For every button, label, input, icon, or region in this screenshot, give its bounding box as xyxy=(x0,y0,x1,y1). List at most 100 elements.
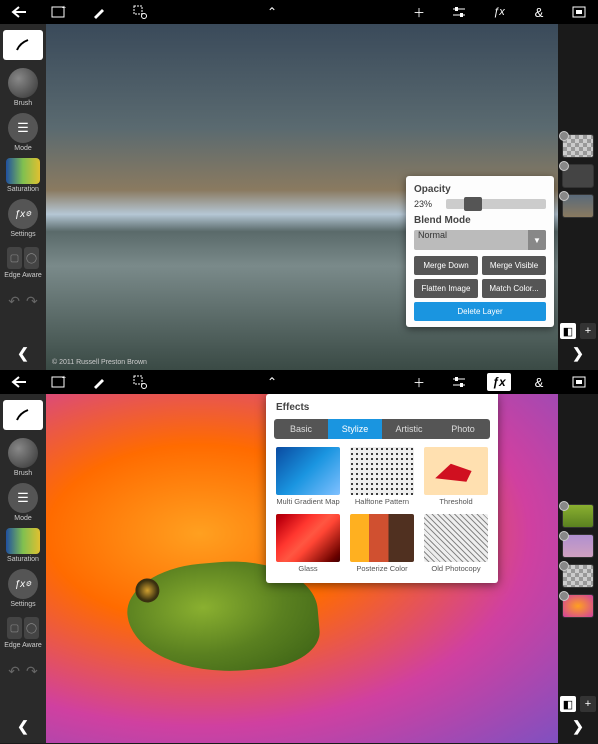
fullscreen-icon[interactable] xyxy=(566,2,592,22)
svg-text:+: + xyxy=(62,375,66,382)
svg-text:+: + xyxy=(62,5,66,12)
blend-mode-select[interactable]: Normal▼ xyxy=(414,230,546,250)
back-icon[interactable] xyxy=(6,2,32,22)
add-layer-icon[interactable]: + xyxy=(580,323,596,339)
fullscreen-icon-b[interactable] xyxy=(566,372,592,392)
fx-icon[interactable]: ƒx xyxy=(486,2,512,22)
layers-stack-icon[interactable]: ◧ xyxy=(560,323,576,339)
effects-panel: Effects Basic Stylize Artistic Photo Mul… xyxy=(266,394,498,583)
left-sidebar-b: Brush ☰Mode Saturation ƒx⚙Settings ▢◯Edg… xyxy=(0,394,46,743)
effects-title: Effects xyxy=(266,394,498,419)
canvas-area-b[interactable]: Effects Basic Stylize Artistic Photo Mul… xyxy=(46,394,558,743)
saturation-button[interactable]: Saturation xyxy=(3,158,43,193)
layer-thumb-b4[interactable] xyxy=(562,594,594,618)
top-toolbar: + ⌃ ＋ ƒx & xyxy=(0,0,598,24)
brush-preset[interactable]: Brush xyxy=(3,68,43,107)
layers-rail: ◧ + ❯ xyxy=(558,24,598,370)
image-add-icon[interactable]: + xyxy=(46,2,72,22)
sidebar-back-chevron[interactable]: ❮ xyxy=(17,345,29,362)
saturation-label-b: Saturation xyxy=(7,556,39,563)
blend-and-icon-b[interactable]: & xyxy=(526,372,552,392)
effects-tabs: Basic Stylize Artistic Photo xyxy=(274,419,490,439)
blend-and-icon[interactable]: & xyxy=(526,2,552,22)
effect-multi-gradient-map[interactable]: Multi Gradient Map xyxy=(276,447,340,506)
crop-settings-icon-b[interactable] xyxy=(126,372,152,392)
top-toolbar-b: + ⌃ ＋ ƒx & xyxy=(0,370,598,394)
undo-icon-b: ↶ xyxy=(8,663,20,680)
merge-down-button[interactable]: Merge Down xyxy=(414,256,478,275)
mode-button[interactable]: ☰Mode xyxy=(3,113,43,152)
undo-redo[interactable]: ↶↷ xyxy=(8,293,37,310)
back-icon-b[interactable] xyxy=(6,372,32,392)
undo-redo-b[interactable]: ↶↷ xyxy=(8,663,37,680)
mode-button-b[interactable]: ☰Mode xyxy=(3,483,43,522)
add-icon-b[interactable]: ＋ xyxy=(406,372,432,392)
brush-label: Brush xyxy=(14,100,32,107)
settings-label: Settings xyxy=(10,231,35,238)
edgeaware-label-b: Edge Aware xyxy=(4,642,42,649)
tab-basic[interactable]: Basic xyxy=(274,419,328,439)
layer-thumb-1[interactable] xyxy=(562,134,594,158)
image-credit: © 2011 Russell Preston Brown xyxy=(52,359,147,366)
expand-caret-icon[interactable]: ⌃ xyxy=(262,2,282,22)
pencil-icon[interactable] xyxy=(86,2,112,22)
layer-thumb-b1[interactable] xyxy=(562,504,594,528)
add-layer-icon-b[interactable]: + xyxy=(580,696,596,712)
tab-stylize[interactable]: Stylize xyxy=(328,419,382,439)
blend-mode-label: Blend Mode xyxy=(414,215,546,226)
canvas-area[interactable]: © 2011 Russell Preston Brown Opacity 23%… xyxy=(46,24,558,370)
rail-forward-chevron-b[interactable]: ❯ xyxy=(572,718,584,735)
layer-thumb-b2[interactable] xyxy=(562,534,594,558)
flatten-image-button[interactable]: Flatten Image xyxy=(414,279,478,298)
brush-tool-active[interactable] xyxy=(3,30,43,60)
adjust-sliders-icon-b[interactable] xyxy=(446,372,472,392)
fx-icon-active[interactable]: ƒx xyxy=(486,372,512,392)
effect-threshold[interactable]: Threshold xyxy=(424,447,488,506)
pencil-icon-b[interactable] xyxy=(86,372,112,392)
brush-tool-active-b[interactable] xyxy=(3,400,43,430)
blend-mode-value: Normal xyxy=(418,230,447,240)
settings-label-b: Settings xyxy=(10,601,35,608)
effect-halftone-pattern[interactable]: Halftone Pattern xyxy=(350,447,414,506)
layer-options-panel: Opacity 23% Blend Mode Normal▼ Merge Dow… xyxy=(406,176,554,327)
saturation-button-b[interactable]: Saturation xyxy=(3,528,43,563)
layers-rail-b: ◧ + ❯ xyxy=(558,394,598,743)
edgeaware-label: Edge Aware xyxy=(4,272,42,279)
add-icon[interactable]: ＋ xyxy=(406,2,432,22)
delete-layer-button[interactable]: Delete Layer xyxy=(414,302,546,321)
mode-label: Mode xyxy=(14,145,32,152)
edge-aware-toggle-b[interactable]: ▢◯Edge Aware xyxy=(3,614,43,649)
opacity-slider[interactable] xyxy=(446,199,546,209)
layer-thumb-3[interactable] xyxy=(562,194,594,218)
slider-knob[interactable] xyxy=(464,197,482,211)
match-color-button[interactable]: Match Color... xyxy=(482,279,546,298)
tab-photo[interactable]: Photo xyxy=(436,419,490,439)
left-sidebar: Brush ☰Mode Saturation ƒx⚙Settings ▢◯Edg… xyxy=(0,24,46,370)
sidebar-back-chevron-b[interactable]: ❮ xyxy=(17,718,29,735)
brush-preset-b[interactable]: Brush xyxy=(3,438,43,477)
expand-caret-icon-b[interactable]: ⌃ xyxy=(262,372,282,392)
undo-icon: ↶ xyxy=(8,293,20,310)
crop-settings-icon[interactable] xyxy=(126,2,152,22)
settings-button[interactable]: ƒx⚙Settings xyxy=(3,199,43,238)
opacity-label: Opacity xyxy=(414,184,546,195)
rail-forward-chevron[interactable]: ❯ xyxy=(572,345,584,362)
mode-label-b: Mode xyxy=(14,515,32,522)
redo-icon: ↷ xyxy=(26,293,38,310)
redo-icon-b: ↷ xyxy=(26,663,38,680)
layer-thumb-2[interactable] xyxy=(562,164,594,188)
settings-button-b[interactable]: ƒx⚙Settings xyxy=(3,569,43,608)
adjust-sliders-icon[interactable] xyxy=(446,2,472,22)
image-add-icon-b[interactable]: + xyxy=(46,372,72,392)
effect-posterize-color[interactable]: Posterize Color xyxy=(350,514,414,573)
effect-old-photocopy[interactable]: Old Photocopy xyxy=(424,514,488,573)
merge-visible-button[interactable]: Merge Visible xyxy=(482,256,546,275)
layer-thumb-b3[interactable] xyxy=(562,564,594,588)
layers-stack-icon-b[interactable]: ◧ xyxy=(560,696,576,712)
saturation-label: Saturation xyxy=(7,186,39,193)
edge-aware-toggle[interactable]: ▢◯Edge Aware xyxy=(3,244,43,279)
brush-label-b: Brush xyxy=(14,470,32,477)
opacity-value: 23% xyxy=(414,199,442,209)
tab-artistic[interactable]: Artistic xyxy=(382,419,436,439)
effect-glass[interactable]: Glass xyxy=(276,514,340,573)
